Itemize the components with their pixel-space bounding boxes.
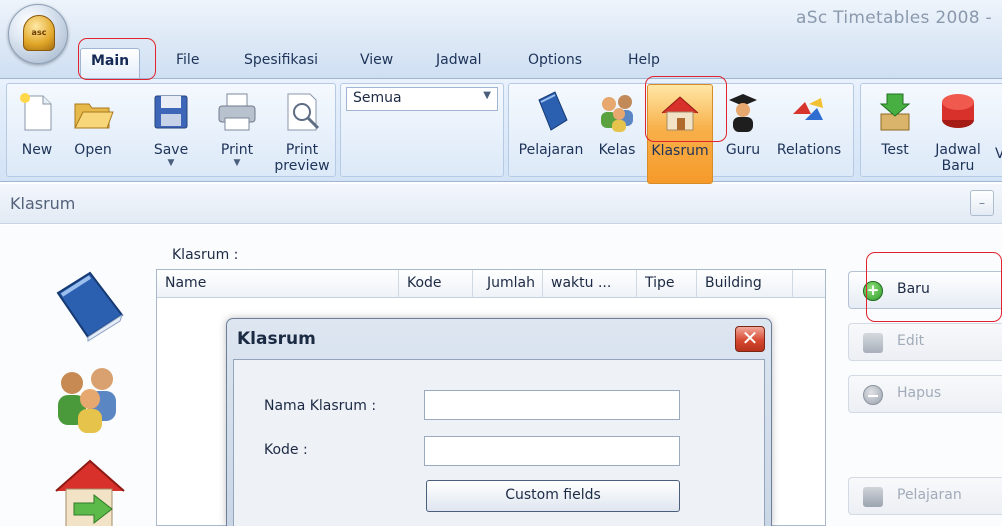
edit-button[interactable]: Edit bbox=[848, 323, 1002, 361]
tab-file[interactable]: File bbox=[176, 52, 199, 68]
jadwal-baru-button[interactable]: Jadwal Baru bbox=[927, 90, 989, 174]
print-label: Print bbox=[220, 142, 254, 158]
klasrum-list-label: Klasrum : bbox=[172, 247, 239, 263]
kelas-button[interactable]: Kelas bbox=[593, 90, 641, 159]
tab-view[interactable]: View bbox=[360, 52, 393, 68]
people-group-icon bbox=[595, 90, 639, 134]
pelajaran-button[interactable]: Pelajaran bbox=[515, 90, 587, 159]
tab-options[interactable]: Options bbox=[528, 52, 582, 68]
minimize-button[interactable]: – bbox=[970, 190, 994, 216]
chevron-down-icon: ▼ bbox=[483, 90, 491, 101]
dialog-title: Klasrum bbox=[237, 329, 316, 349]
app-title: aSc Timetables 2008 - bbox=[796, 8, 992, 28]
print-preview-label: Print preview bbox=[274, 142, 330, 174]
print-button[interactable]: Print ▼ bbox=[213, 90, 261, 168]
kode-label: Kode : bbox=[264, 442, 308, 458]
new-button[interactable]: New bbox=[13, 90, 61, 159]
guru-button[interactable]: Guru bbox=[721, 90, 765, 159]
tab-help[interactable]: Help bbox=[628, 52, 660, 68]
kode-input[interactable] bbox=[424, 436, 680, 466]
ribbon-group-jadwal: Test Jadwal Baru V bbox=[860, 83, 1002, 177]
tab-spesifikasi[interactable]: Spesifikasi bbox=[244, 52, 318, 68]
ribbon-group-file: New Open Save ▼ Print ▼ Print preview bbox=[6, 83, 336, 177]
test-label: Test bbox=[881, 142, 909, 158]
tab-jadwal[interactable]: Jadwal bbox=[436, 52, 482, 68]
klasrum-label: Klasrum bbox=[651, 143, 709, 159]
close-icon[interactable]: ✕ bbox=[735, 326, 765, 352]
baru-highlight bbox=[866, 252, 1002, 322]
relations-button[interactable]: Relations bbox=[771, 90, 847, 159]
app-menu-button[interactable]: asc bbox=[8, 4, 68, 64]
orb-text: asc bbox=[31, 28, 47, 37]
pelajaran-action-label: Pelajaran bbox=[897, 487, 962, 503]
klasrum-dialog: Klasrum ✕ Nama Klasrum : Kode : Custom f… bbox=[226, 318, 772, 526]
people-group-icon[interactable] bbox=[50, 359, 128, 437]
column-header-kode[interactable]: Kode bbox=[399, 270, 473, 298]
new-document-icon bbox=[15, 90, 59, 134]
stack-down-arrow-icon bbox=[873, 90, 917, 134]
edit-pencil-icon bbox=[863, 333, 883, 353]
open-label: Open bbox=[74, 142, 112, 158]
relations-shapes-icon bbox=[787, 90, 831, 134]
red-stop-icon bbox=[936, 90, 980, 134]
table-header: Name Kode Jumlah waktu ... Tipe Building bbox=[157, 270, 825, 298]
klasrum-highlight bbox=[645, 76, 727, 142]
print-preview-button[interactable]: Print preview bbox=[269, 90, 335, 174]
floppy-disk-icon bbox=[149, 90, 193, 134]
window-header: Klasrum – bbox=[0, 184, 1002, 224]
save-label: Save bbox=[153, 142, 189, 158]
book-icon bbox=[529, 90, 573, 134]
guru-label: Guru bbox=[725, 142, 761, 158]
hapus-label: Hapus bbox=[897, 385, 942, 401]
kelas-label: Kelas bbox=[598, 142, 636, 158]
jadwal-baru-label: Jadwal Baru bbox=[935, 142, 981, 174]
open-button[interactable]: Open bbox=[67, 90, 119, 159]
column-header-jumlah[interactable]: Jumlah bbox=[473, 270, 543, 298]
ribbon: New Open Save ▼ Print ▼ Print preview Se… bbox=[0, 78, 1002, 184]
folder-open-icon bbox=[71, 90, 115, 134]
column-header-name[interactable]: Name bbox=[157, 270, 399, 298]
column-header-waktu[interactable]: waktu ... bbox=[543, 270, 637, 298]
dialog-body: Nama Klasrum : Kode : Custom fields bbox=[233, 359, 765, 526]
column-header-tipe[interactable]: Tipe bbox=[637, 270, 697, 298]
book-icon[interactable] bbox=[50, 265, 128, 343]
save-dropdown-icon[interactable]: ▼ bbox=[147, 159, 195, 168]
teacher-icon bbox=[721, 90, 765, 134]
bell-logo-icon: asc bbox=[23, 15, 55, 51]
hapus-button[interactable]: Hapus bbox=[848, 375, 1002, 413]
window-title: Klasrum bbox=[10, 194, 76, 213]
main-tab-highlight bbox=[78, 38, 156, 80]
print-dropdown-icon[interactable]: ▼ bbox=[213, 159, 261, 168]
print-preview-icon bbox=[280, 90, 324, 134]
test-button[interactable]: Test bbox=[869, 90, 921, 159]
relations-label: Relations bbox=[776, 142, 842, 158]
nama-klasrum-input[interactable] bbox=[424, 390, 680, 420]
nama-klasrum-label: Nama Klasrum : bbox=[264, 398, 377, 414]
pelajaran-label: Pelajaran bbox=[518, 142, 584, 158]
cut-off-label: V bbox=[995, 146, 1002, 162]
filter-select[interactable]: Semua ▼ bbox=[346, 87, 498, 111]
filter-value: Semua bbox=[353, 90, 402, 106]
save-button[interactable]: Save ▼ bbox=[147, 90, 195, 168]
column-header-building[interactable]: Building bbox=[697, 270, 793, 298]
pelajaran-action-button[interactable]: Pelajaran bbox=[848, 477, 1002, 515]
custom-fields-button[interactable]: Custom fields bbox=[426, 480, 680, 512]
new-label: New bbox=[21, 142, 53, 158]
minus-circle-icon bbox=[863, 385, 883, 405]
house-arrow-icon[interactable] bbox=[50, 455, 128, 526]
printer-icon bbox=[215, 90, 259, 134]
edit-label: Edit bbox=[897, 333, 925, 349]
book-grey-icon bbox=[863, 487, 883, 507]
